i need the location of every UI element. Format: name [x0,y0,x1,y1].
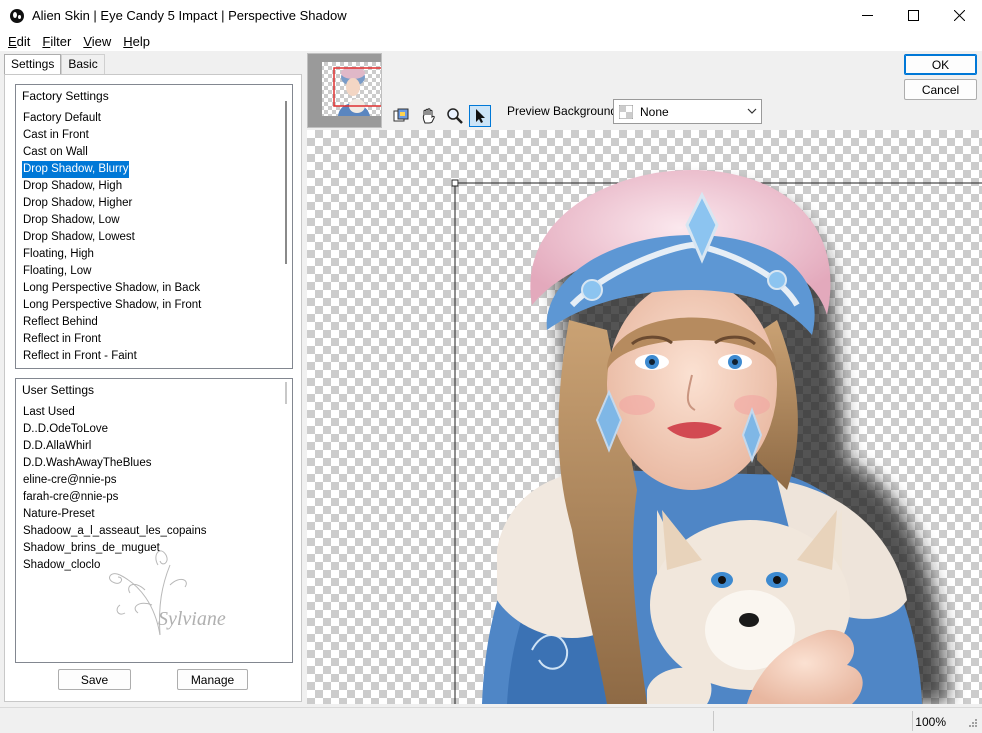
title-bar: Alien Skin | Eye Candy 5 Impact | Perspe… [0,0,982,31]
user-preset-item[interactable]: Nature-Preset [22,506,208,523]
maximize-button[interactable] [890,0,936,31]
user-preset-item[interactable]: D.D.AllaWhirl [22,438,208,455]
user-preset-item[interactable]: D..D.OdeToLove [22,421,208,438]
preview-background-select[interactable]: None [613,99,762,124]
menu-view[interactable]: View [83,34,111,49]
factory-preset-item[interactable]: Drop Shadow, Higher [22,195,202,212]
user-preset-item[interactable]: Last Used [22,404,208,421]
factory-preset-item[interactable]: Cast in Front [22,127,202,144]
navigator-preview-image [308,54,383,127]
settings-panel: Factory Settings Factory Default Cast in … [4,74,302,702]
zoom-level: 100% [915,715,946,729]
user-preset-item[interactable]: farah-cre@nnie-ps [22,489,208,506]
user-scroll-thumb[interactable] [285,382,287,404]
menu-help[interactable]: Help [123,34,150,49]
maximize-icon [907,10,919,21]
minimize-button[interactable] [844,0,890,31]
alien-skin-logo-icon [10,8,24,23]
user-scrollbar[interactable] [281,382,291,404]
pointer-arrow-icon [476,109,485,123]
tab-basic[interactable]: Basic [61,54,105,74]
hand-tool-button[interactable] [418,105,440,127]
user-preset-item[interactable]: Shadoow_a_l_asseaut_les_copains [22,523,208,540]
factory-settings-items: Factory Default Cast in Front Cast on Wall… [22,110,202,365]
factory-preset-item[interactable]: Floating, Low [22,263,202,280]
preview-background-value: None [640,104,669,119]
close-icon [953,10,965,21]
preview-image [451,170,982,704]
preview-toggle-icon [393,108,409,122]
factory-preset-item[interactable]: Drop Shadow, Low [22,212,202,229]
menu-edit[interactable]: Edit [8,34,30,49]
factory-preset-item[interactable]: Reflect in Front - Faint [22,348,202,365]
user-preset-item[interactable]: eline-cre@nnie-ps [22,472,208,489]
status-bar: 100% [0,707,982,733]
factory-preset-item[interactable]: Reflect in Front [22,331,202,348]
toggle-preview-button[interactable] [390,105,412,127]
factory-preset-item[interactable]: Drop Shadow, Blurry [22,161,130,178]
select-tool-button[interactable] [469,105,491,127]
factory-preset-item[interactable]: Long Perspective Shadow, in Back [22,280,202,297]
menu-filter[interactable]: Filter [42,34,71,49]
status-separator [912,711,913,731]
cancel-button[interactable]: Cancel [904,79,977,100]
factory-scrollbar[interactable] [281,101,291,366]
ok-button[interactable]: OK [904,54,977,75]
factory-preset-item[interactable]: Long Perspective Shadow, in Front [22,297,202,314]
factory-preset-item[interactable]: Factory Default [22,110,202,127]
factory-settings-header: Factory Settings [22,89,109,103]
status-separator [713,711,714,731]
save-button[interactable]: Save [58,669,131,690]
transparency-swatch-icon [619,104,633,119]
preview-canvas[interactable] [307,130,982,704]
factory-preset-item[interactable]: Drop Shadow, High [22,178,202,195]
user-settings-list[interactable]: User Settings Last Used D..D.OdeToLove D.D… [15,378,293,663]
user-settings-header: User Settings [22,383,95,397]
navigator-thumbnail[interactable] [307,53,383,128]
factory-settings-list[interactable]: Factory Settings Factory Default Cast in … [15,84,293,369]
zoom-tool-button[interactable] [444,105,466,127]
settings-tabs: Settings Basic [4,54,105,75]
chevron-down-icon [747,108,757,114]
magnifier-icon [447,108,463,124]
factory-scroll-thumb[interactable] [285,101,287,264]
factory-preset-item[interactable]: Reflect Behind [22,314,202,331]
resize-grip-icon[interactable] [966,718,978,730]
hand-icon [422,108,435,124]
preview-background-label: Preview Background: [507,104,621,118]
close-button[interactable] [936,0,982,31]
factory-preset-item[interactable]: Floating, High [22,246,202,263]
factory-preset-item[interactable]: Cast on Wall [22,144,202,161]
user-preset-item[interactable]: D.D.WashAwayTheBlues [22,455,208,472]
window-title: Alien Skin | Eye Candy 5 Impact | Perspe… [32,8,347,23]
sylviane-watermark-icon: Sylviane [109,550,226,636]
tab-settings[interactable]: Settings [4,54,62,75]
manage-button[interactable]: Manage [177,669,248,690]
factory-preset-item[interactable]: Drop Shadow, Lowest [22,229,202,246]
menu-bar: Edit Filter View Help [0,31,982,51]
watermark-text: Sylviane [158,608,226,630]
minimize-icon [861,15,873,16]
